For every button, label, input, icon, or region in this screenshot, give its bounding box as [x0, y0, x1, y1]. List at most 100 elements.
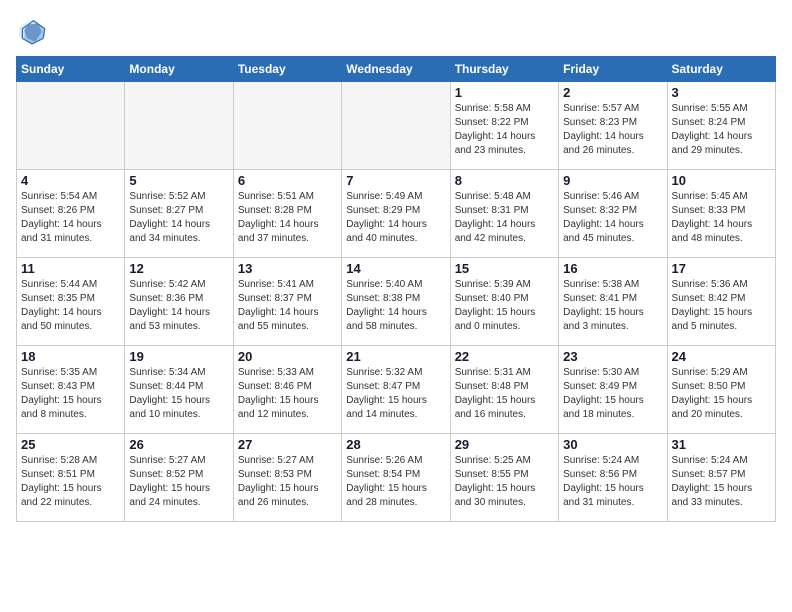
- day-info: Sunrise: 5:42 AM Sunset: 8:36 PM Dayligh…: [129, 278, 228, 334]
- day-info: Sunrise: 5:24 AM Sunset: 8:57 PM Dayligh…: [672, 454, 771, 510]
- day-number: 24: [672, 349, 771, 364]
- day-info: Sunrise: 5:38 AM Sunset: 8:41 PM Dayligh…: [563, 278, 662, 334]
- day-number: 27: [238, 437, 337, 452]
- day-number: 16: [563, 261, 662, 276]
- day-info: Sunrise: 5:25 AM Sunset: 8:55 PM Dayligh…: [455, 454, 554, 510]
- calendar-cell: 23 Sunrise: 5:30 AM Sunset: 8:49 PM Dayli…: [559, 346, 667, 434]
- day-info: Sunrise: 5:28 AM Sunset: 8:51 PM Dayligh…: [21, 454, 120, 510]
- week-row-2: 4 Sunrise: 5:54 AM Sunset: 8:26 PM Daylig…: [17, 170, 776, 258]
- calendar-cell: 9Sunrise: 5:46 AM Sunset: 8:32 PM Daylig…: [559, 170, 667, 258]
- day-info: Sunrise: 5:41 AM Sunset: 8:37 PM Dayligh…: [238, 278, 337, 334]
- day-info: Sunrise: 5:33 AM Sunset: 8:46 PM Dayligh…: [238, 366, 337, 422]
- day-info: Sunrise: 5:54 AM Sunset: 8:26 PM Dayligh…: [21, 190, 120, 246]
- calendar-cell: 4 Sunrise: 5:54 AM Sunset: 8:26 PM Daylig…: [17, 170, 125, 258]
- day-info: Sunrise: 5:34 AM Sunset: 8:44 PM Dayligh…: [129, 366, 228, 422]
- day-header-saturday: Saturday: [667, 57, 775, 82]
- day-number: 9: [563, 173, 662, 188]
- day-number: 7: [346, 173, 445, 188]
- calendar-cell: 7 Sunrise: 5:49 AM Sunset: 8:29 PM Daylig…: [342, 170, 450, 258]
- calendar-cell: 27 Sunrise: 5:27 AM Sunset: 8:53 PM Dayli…: [233, 434, 341, 522]
- day-header-friday: Friday: [559, 57, 667, 82]
- day-number: 13: [238, 261, 337, 276]
- header-area: [16, 16, 776, 48]
- calendar-cell: 13 Sunrise: 5:41 AM Sunset: 8:37 PM Dayli…: [233, 258, 341, 346]
- day-info: Sunrise: 5:32 AM Sunset: 8:47 PM Dayligh…: [346, 366, 445, 422]
- calendar-cell: 25 Sunrise: 5:28 AM Sunset: 8:51 PM Dayli…: [17, 434, 125, 522]
- calendar-cell: 18 Sunrise: 5:35 AM Sunset: 8:43 PM Dayli…: [17, 346, 125, 434]
- day-number: 25: [21, 437, 120, 452]
- day-info: Sunrise: 5:31 AM Sunset: 8:48 PM Dayligh…: [455, 366, 554, 422]
- day-number: 15: [455, 261, 554, 276]
- calendar-cell: 20 Sunrise: 5:33 AM Sunset: 8:46 PM Dayli…: [233, 346, 341, 434]
- day-number: 20: [238, 349, 337, 364]
- week-row-4: 18 Sunrise: 5:35 AM Sunset: 8:43 PM Dayli…: [17, 346, 776, 434]
- calendar-cell: 16 Sunrise: 5:38 AM Sunset: 8:41 PM Dayli…: [559, 258, 667, 346]
- calendar-cell: 28Sunrise: 5:26 AM Sunset: 8:54 PM Dayli…: [342, 434, 450, 522]
- day-info: Sunrise: 5:27 AM Sunset: 8:53 PM Dayligh…: [238, 454, 337, 510]
- day-number: 19: [129, 349, 228, 364]
- day-info: Sunrise: 5:30 AM Sunset: 8:49 PM Dayligh…: [563, 366, 662, 422]
- day-info: Sunrise: 5:51 AM Sunset: 8:28 PM Dayligh…: [238, 190, 337, 246]
- day-number: 30: [563, 437, 662, 452]
- day-info: Sunrise: 5:55 AM Sunset: 8:24 PM Dayligh…: [672, 102, 771, 158]
- week-row-1: 1 Sunrise: 5:58 AM Sunset: 8:22 PM Daylig…: [17, 82, 776, 170]
- calendar-cell: 29 Sunrise: 5:25 AM Sunset: 8:55 PM Dayli…: [450, 434, 558, 522]
- calendar-cell: 21 Sunrise: 5:32 AM Sunset: 8:47 PM Dayli…: [342, 346, 450, 434]
- day-info: Sunrise: 5:24 AM Sunset: 8:56 PM Dayligh…: [563, 454, 662, 510]
- day-info: Sunrise: 5:36 AM Sunset: 8:42 PM Dayligh…: [672, 278, 771, 334]
- header-row: SundayMondayTuesdayWednesdayThursdayFrid…: [17, 57, 776, 82]
- calendar-cell: 12Sunrise: 5:42 AM Sunset: 8:36 PM Dayli…: [125, 258, 233, 346]
- day-info: Sunrise: 5:57 AM Sunset: 8:23 PM Dayligh…: [563, 102, 662, 158]
- day-number: 5: [129, 173, 228, 188]
- day-number: 1: [455, 85, 554, 100]
- day-number: 14: [346, 261, 445, 276]
- calendar-cell: 10 Sunrise: 5:45 AM Sunset: 8:33 PM Dayli…: [667, 170, 775, 258]
- calendar-cell: 19 Sunrise: 5:34 AM Sunset: 8:44 PM Dayli…: [125, 346, 233, 434]
- day-number: 31: [672, 437, 771, 452]
- day-number: 4: [21, 173, 120, 188]
- calendar-cell: 11Sunrise: 5:44 AM Sunset: 8:35 PM Dayli…: [17, 258, 125, 346]
- calendar-cell: 22 Sunrise: 5:31 AM Sunset: 8:48 PM Dayli…: [450, 346, 558, 434]
- logo-icon: [16, 16, 48, 48]
- calendar-cell: 24 Sunrise: 5:29 AM Sunset: 8:50 PM Dayli…: [667, 346, 775, 434]
- calendar-cell: 30 Sunrise: 5:24 AM Sunset: 8:56 PM Dayli…: [559, 434, 667, 522]
- day-info: Sunrise: 5:27 AM Sunset: 8:52 PM Dayligh…: [129, 454, 228, 510]
- day-info: Sunrise: 5:58 AM Sunset: 8:22 PM Dayligh…: [455, 102, 554, 158]
- calendar-cell: [125, 82, 233, 170]
- calendar-cell: [17, 82, 125, 170]
- day-info: Sunrise: 5:45 AM Sunset: 8:33 PM Dayligh…: [672, 190, 771, 246]
- day-info: Sunrise: 5:49 AM Sunset: 8:29 PM Dayligh…: [346, 190, 445, 246]
- calendar-cell: 26Sunrise: 5:27 AM Sunset: 8:52 PM Dayli…: [125, 434, 233, 522]
- day-info: Sunrise: 5:26 AM Sunset: 8:54 PM Dayligh…: [346, 454, 445, 510]
- calendar-cell: 1 Sunrise: 5:58 AM Sunset: 8:22 PM Daylig…: [450, 82, 558, 170]
- calendar-cell: 15 Sunrise: 5:39 AM Sunset: 8:40 PM Dayli…: [450, 258, 558, 346]
- week-row-5: 25 Sunrise: 5:28 AM Sunset: 8:51 PM Dayli…: [17, 434, 776, 522]
- day-number: 2: [563, 85, 662, 100]
- calendar-cell: 5Sunrise: 5:52 AM Sunset: 8:27 PM Daylig…: [125, 170, 233, 258]
- day-header-tuesday: Tuesday: [233, 57, 341, 82]
- day-number: 23: [563, 349, 662, 364]
- day-number: 22: [455, 349, 554, 364]
- logo: [16, 16, 52, 48]
- day-number: 18: [21, 349, 120, 364]
- day-number: 21: [346, 349, 445, 364]
- calendar-cell: 17 Sunrise: 5:36 AM Sunset: 8:42 PM Dayli…: [667, 258, 775, 346]
- day-number: 10: [672, 173, 771, 188]
- day-info: Sunrise: 5:44 AM Sunset: 8:35 PM Dayligh…: [21, 278, 120, 334]
- day-number: 17: [672, 261, 771, 276]
- day-info: Sunrise: 5:39 AM Sunset: 8:40 PM Dayligh…: [455, 278, 554, 334]
- day-number: 29: [455, 437, 554, 452]
- day-number: 8: [455, 173, 554, 188]
- day-info: Sunrise: 5:29 AM Sunset: 8:50 PM Dayligh…: [672, 366, 771, 422]
- calendar-cell: 31 Sunrise: 5:24 AM Sunset: 8:57 PM Dayli…: [667, 434, 775, 522]
- day-header-thursday: Thursday: [450, 57, 558, 82]
- day-info: Sunrise: 5:35 AM Sunset: 8:43 PM Dayligh…: [21, 366, 120, 422]
- day-info: Sunrise: 5:48 AM Sunset: 8:31 PM Dayligh…: [455, 190, 554, 246]
- calendar-cell: 3 Sunrise: 5:55 AM Sunset: 8:24 PM Daylig…: [667, 82, 775, 170]
- calendar-cell: 8 Sunrise: 5:48 AM Sunset: 8:31 PM Daylig…: [450, 170, 558, 258]
- calendar-cell: [342, 82, 450, 170]
- day-header-wednesday: Wednesday: [342, 57, 450, 82]
- day-number: 3: [672, 85, 771, 100]
- day-info: Sunrise: 5:40 AM Sunset: 8:38 PM Dayligh…: [346, 278, 445, 334]
- week-row-3: 11Sunrise: 5:44 AM Sunset: 8:35 PM Dayli…: [17, 258, 776, 346]
